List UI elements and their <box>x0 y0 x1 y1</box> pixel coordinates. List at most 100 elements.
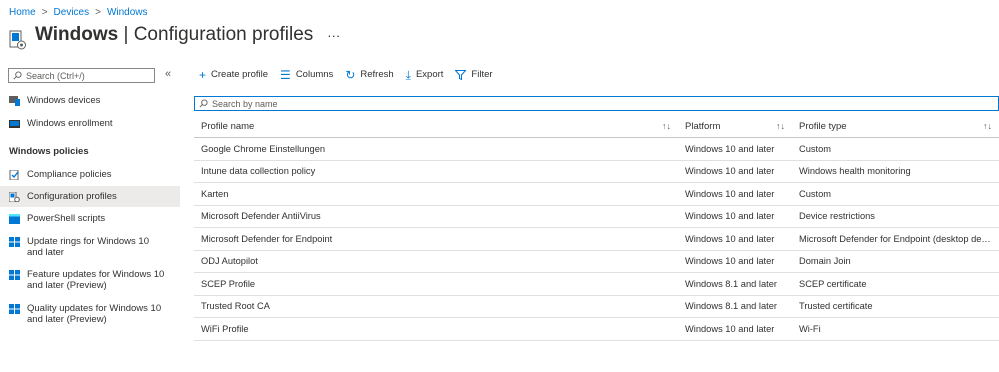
sort-icon[interactable]: ↑↓ <box>983 121 992 131</box>
profile-type-cell: Trusted certificate <box>792 295 999 318</box>
page-title: Windows | Configuration profiles ··· <box>35 24 340 46</box>
sidebar-item-powershell-scripts[interactable]: PowerShell scripts <box>0 213 180 227</box>
export-label: Export <box>415 69 444 80</box>
breadcrumb-home[interactable]: Home <box>9 7 36 18</box>
profile-type-cell: Microsoft Defender for Endpoint (desktop… <box>792 227 999 251</box>
sidebar-item-label: Windows devices <box>27 95 101 106</box>
profile-name-cell[interactable]: ODJ Autopilot <box>194 250 678 273</box>
sidebar-item-feature-updates[interactable]: Feature updates for Windows 10 and later… <box>0 269 180 293</box>
profile-name-cell[interactable]: Google Chrome Einstellungen <box>194 137 678 161</box>
filter-icon <box>455 69 467 80</box>
windows-icon <box>9 270 20 280</box>
sidebar-item-configuration-profiles[interactable]: Configuration profiles <box>0 186 180 207</box>
sidebar-item-quality-updates[interactable]: Quality updates for Windows 10 and later… <box>0 303 180 327</box>
compliance-icon <box>9 170 19 180</box>
more-options-icon[interactable]: ··· <box>327 28 340 43</box>
refresh-label: Refresh <box>360 69 394 80</box>
column-header-label: Profile type <box>799 120 847 132</box>
profile-name-cell[interactable]: Trusted Root CA <box>194 295 678 318</box>
column-header-label: Platform <box>685 120 721 132</box>
export-button[interactable]: ⤓ Export <box>405 67 444 82</box>
table-header-row: Profile name ↑↓ Platform ↑↓ Profile type ↑↓ <box>194 115 999 138</box>
search-by-name-input[interactable]: Search by name <box>194 96 999 111</box>
table-row[interactable]: Intune data collection policy Windows 10 … <box>194 160 999 183</box>
sidebar-search-input[interactable]: Search (Ctrl+/) <box>8 68 155 83</box>
chevron-right-icon: > <box>95 6 101 18</box>
chevron-right-icon: > <box>41 6 48 18</box>
profile-name-cell[interactable]: Intune data collection policy <box>194 160 678 183</box>
profile-name-link[interactable]: WiFi Profile <box>201 324 249 334</box>
collapse-sidebar-icon[interactable]: « <box>165 68 171 80</box>
table-row[interactable]: ODJ Autopilot Windows 10 and later Domain … <box>194 250 999 273</box>
sidebar-item-label: Configuration profiles <box>27 191 117 202</box>
platform-cell: Windows 8.1 and later <box>678 272 792 296</box>
platform-cell: Windows 10 and later <box>678 205 792 228</box>
refresh-button[interactable]: ↻ Refresh <box>345 67 394 82</box>
refresh-icon: ↻ <box>345 67 356 82</box>
profile-name-link[interactable]: Microsoft Defender for Endpoint <box>201 234 332 244</box>
sidebar-item-update-rings[interactable]: Update rings for Windows 10 and later <box>0 236 180 260</box>
table-row[interactable]: Trusted Root CA Windows 8.1 and later Trus… <box>194 295 999 318</box>
sidebar-section-header: Windows policies <box>9 146 89 157</box>
breadcrumb-devices[interactable]: Devices <box>54 7 90 18</box>
profile-type-cell: Windows health monitoring <box>792 160 999 183</box>
platform-cell: Windows 10 and later <box>678 317 792 341</box>
sidebar-item-windows-enrollment[interactable]: Windows enrollment <box>0 118 180 132</box>
sort-icon[interactable]: ↑↓ <box>776 121 785 131</box>
columns-label: Columns <box>295 69 334 80</box>
sidebar-item-label: Quality updates for Windows 10 and later… <box>27 303 162 325</box>
profile-name-link[interactable]: SCEP Profile <box>201 279 255 289</box>
profile-name-link[interactable]: Intune data collection policy <box>201 166 315 176</box>
powershell-icon <box>9 214 20 224</box>
title-bold: Windows <box>35 24 119 45</box>
sidebar-item-compliance-policies[interactable]: Compliance policies <box>0 169 180 183</box>
windows-icon <box>9 237 20 247</box>
breadcrumb-windows[interactable]: Windows <box>107 7 148 18</box>
column-header-label: Profile name <box>201 120 255 132</box>
profile-type-cell: Custom <box>792 137 999 161</box>
profile-type-cell: Custom <box>792 182 999 206</box>
profile-name-cell[interactable]: Microsoft Defender AntiiVirus <box>194 205 678 228</box>
table-row[interactable]: WiFi Profile Windows 10 and later Wi-Fi <box>194 317 999 341</box>
profile-name-cell[interactable]: SCEP Profile <box>194 272 678 296</box>
sort-icon[interactable]: ↑↓ <box>662 121 671 131</box>
sidebar-item-windows-devices[interactable]: Windows devices <box>0 95 180 109</box>
profile-type-cell: SCEP certificate <box>792 272 999 296</box>
search-icon <box>13 71 22 80</box>
title-rest: | Configuration profiles <box>118 24 314 45</box>
profiles-table: Profile name ↑↓ Platform ↑↓ Profile type ↑↓… <box>194 115 999 341</box>
sidebar-item-label: Feature updates for Windows 10 and later… <box>27 269 165 291</box>
configuration-icon <box>9 191 20 202</box>
column-header-profile-type[interactable]: Profile type ↑↓ <box>792 115 999 138</box>
platform-cell: Windows 10 and later <box>678 160 792 183</box>
profile-name-link[interactable]: Karten <box>201 189 228 199</box>
profile-name-link[interactable]: Trusted Root CA <box>201 301 270 311</box>
configuration-profile-icon <box>9 30 26 50</box>
profile-name-cell[interactable]: Karten <box>194 182 678 206</box>
table-row[interactable]: Google Chrome Einstellungen Windows 10 an… <box>194 137 999 161</box>
column-header-profile-name[interactable]: Profile name ↑↓ <box>194 115 678 138</box>
profile-type-cell: Wi-Fi <box>792 317 999 341</box>
table-row[interactable]: Microsoft Defender AntiiVirus Windows 10 … <box>194 205 999 228</box>
profile-name-link[interactable]: ODJ Autopilot <box>201 256 258 266</box>
filter-button[interactable]: Filter <box>455 69 493 80</box>
profile-name-link[interactable]: Microsoft Defender AntiiVirus <box>201 211 321 221</box>
table-row[interactable]: Microsoft Defender for Endpoint Windows 1… <box>194 227 999 251</box>
download-icon: ⤓ <box>405 67 411 82</box>
column-header-platform[interactable]: Platform ↑↓ <box>678 115 792 138</box>
devices-icon <box>9 96 20 106</box>
profile-type-cell: Domain Join <box>792 250 999 273</box>
profile-name-link[interactable]: Google Chrome Einstellungen <box>201 144 325 154</box>
columns-button[interactable]: ☰ Columns <box>280 69 334 81</box>
platform-cell: Windows 8.1 and later <box>678 295 792 318</box>
profile-name-cell[interactable]: WiFi Profile <box>194 317 678 341</box>
platform-cell: Windows 10 and later <box>678 137 792 161</box>
table-row[interactable]: Karten Windows 10 and later Custom <box>194 182 999 206</box>
plus-icon: + <box>199 67 207 82</box>
table-row[interactable]: SCEP Profile Windows 8.1 and later SCEP ce… <box>194 272 999 296</box>
platform-cell: Windows 10 and later <box>678 250 792 273</box>
create-profile-button[interactable]: + Create profile <box>199 67 268 82</box>
profile-type-cell: Device restrictions <box>792 205 999 228</box>
profile-name-cell[interactable]: Microsoft Defender for Endpoint <box>194 227 678 251</box>
platform-cell: Windows 10 and later <box>678 227 792 251</box>
